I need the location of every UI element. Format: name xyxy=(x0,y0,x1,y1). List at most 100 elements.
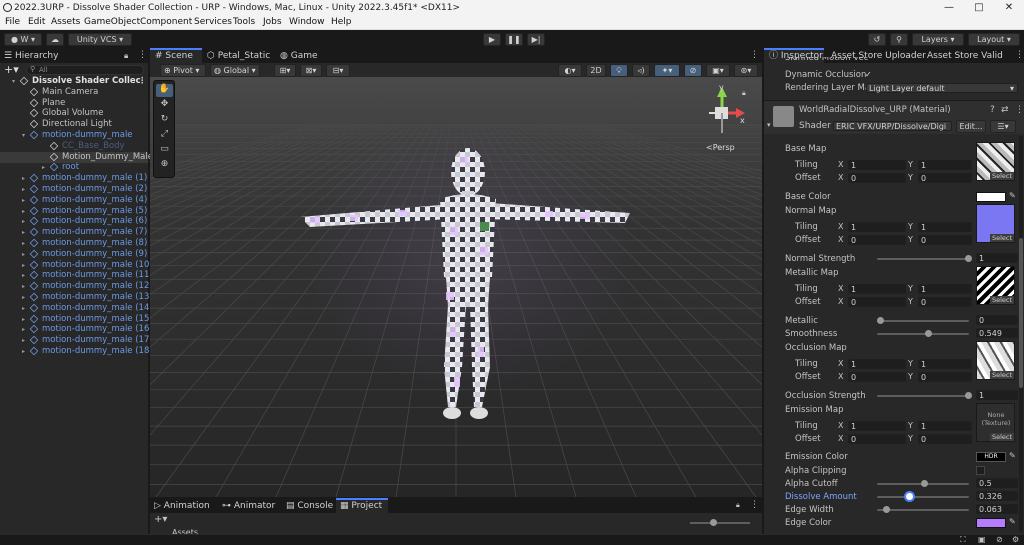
base-map-tiling-y[interactable]: 1 xyxy=(918,160,972,170)
dissolve-amount-slider[interactable] xyxy=(877,493,969,500)
eyedropper-icon[interactable]: ✎ xyxy=(1009,517,1016,526)
emission-map-tiling-x[interactable]: 1 xyxy=(848,421,906,431)
rect-tool-icon[interactable]: ▭ xyxy=(156,144,173,157)
slider-knob[interactable] xyxy=(905,493,913,500)
occlusion-strength-slider[interactable] xyxy=(877,392,972,399)
dissolve-amount-slider-value[interactable]: 0.326 xyxy=(976,491,1018,501)
transform-tool-icon[interactable]: ⊕ xyxy=(156,159,173,172)
tab-project[interactable]: ▦ Project xyxy=(336,498,388,513)
lock-icon[interactable]: 🔒︎ xyxy=(742,89,746,98)
shader-edit-button[interactable]: Edit... xyxy=(956,120,986,133)
hierarchy-item[interactable]: ▸ motion-dummy_male (5) xyxy=(0,206,148,217)
hidden-objects-toggle[interactable]: ⊘ xyxy=(684,64,702,77)
emission-color-swatch[interactable]: HDR xyxy=(976,452,1006,462)
menu-edit[interactable]: Edit xyxy=(28,16,45,29)
metallic-map-tiling-y[interactable]: 1 xyxy=(918,284,972,294)
occlusion-strength-slider-value[interactable]: 1 xyxy=(976,390,1018,400)
cloud-button[interactable]: ☁ xyxy=(46,33,64,46)
menu-assets[interactable]: Assets xyxy=(51,16,80,29)
hierarchy-item[interactable]: ▸ motion-dummy_male (15) xyxy=(0,314,153,325)
persp-label[interactable]: <Persp xyxy=(706,143,735,152)
2d-toggle[interactable]: 2D xyxy=(586,64,606,77)
add-object-button[interactable]: +▾ xyxy=(4,63,19,76)
occlusion-map-tiling-x[interactable]: 1 xyxy=(848,359,906,369)
slider-knob[interactable] xyxy=(921,480,928,487)
gizmos-button[interactable]: ⊛▾ xyxy=(734,64,758,77)
hierarchy-item[interactable]: Directional Light xyxy=(0,119,148,130)
alpha-cutoff-slider-value[interactable]: 0.5 xyxy=(976,478,1018,488)
scene-menu-icon[interactable]: ⋮ xyxy=(138,76,147,87)
scene-viewport[interactable]: ✋ ✥ ↻ ⤢ ▭ ⊕ y x 🔒︎ <Persp xyxy=(150,77,762,497)
foldout-arrow-icon[interactable]: ▸ xyxy=(22,303,25,314)
asset-size-slider[interactable] xyxy=(690,519,750,526)
lock-icon[interactable]: 🔒︎ xyxy=(736,501,740,510)
grid-visibility-button[interactable]: ⊟▾ xyxy=(326,64,350,77)
panel-menu-icon[interactable]: ⋮ xyxy=(750,50,759,60)
tab-petal-static[interactable]: ⬡ Petal_Static xyxy=(207,50,270,63)
base-map-offset-x[interactable]: 0 xyxy=(848,173,906,183)
play-button[interactable]: ▶ xyxy=(483,33,501,46)
menu-window[interactable]: Window xyxy=(289,16,325,29)
menu-file[interactable]: File xyxy=(5,16,20,29)
eyedropper-icon[interactable]: ✎ xyxy=(1009,451,1016,460)
smoothness-slider-value[interactable]: 0.549 xyxy=(976,328,1018,338)
camera-settings-button[interactable]: ▣▾ xyxy=(706,64,730,77)
audio-toggle[interactable]: ◃) xyxy=(632,64,650,77)
hierarchy-item[interactable]: Main Camera xyxy=(0,87,148,98)
panel-menu-icon[interactable]: ⋮ xyxy=(750,500,759,510)
emission-map-tiling-y[interactable]: 1 xyxy=(918,421,972,431)
menu-gameobject[interactable]: GameObject xyxy=(84,16,140,29)
draw-mode-button[interactable]: ◐▾ xyxy=(558,64,582,77)
eyedropper-icon[interactable]: ✎ xyxy=(1009,191,1016,200)
foldout-arrow-icon[interactable]: ▸ xyxy=(22,184,25,195)
menu-jobs[interactable]: Jobs xyxy=(263,16,282,29)
slider-knob[interactable] xyxy=(710,519,717,526)
history-button[interactable]: ↺ xyxy=(868,33,886,46)
hierarchy-item[interactable]: ▸ motion-dummy_male (8) xyxy=(0,238,148,249)
layers-dropdown[interactable]: Layers ▾ xyxy=(912,33,964,46)
hierarchy-item[interactable]: CC_Base_Body xyxy=(0,141,148,152)
snap-increment-button[interactable]: ⊠▾ xyxy=(300,64,322,77)
menu-services[interactable]: Services xyxy=(194,16,232,29)
alpha-cutoff-slider[interactable] xyxy=(877,480,969,487)
menu-help[interactable]: Help xyxy=(331,16,352,29)
hierarchy-item[interactable]: ▸ motion-dummy_male (14) xyxy=(0,303,153,314)
panel-menu-icon[interactable]: ⋮ xyxy=(1015,105,1024,115)
menu-component[interactable]: Component xyxy=(140,16,192,29)
foldout-arrow-icon[interactable]: ▸ xyxy=(22,324,25,335)
slider-knob[interactable] xyxy=(965,255,972,262)
account-dropdown[interactable]: ● W ▾ xyxy=(4,33,42,46)
scale-tool-icon[interactable]: ⤢ xyxy=(156,129,173,142)
pivot-dropdown[interactable]: ⊕ Pivot ▾ xyxy=(160,64,206,77)
hierarchy-item[interactable]: ▸ motion-dummy_male (10) xyxy=(0,260,153,271)
foldout-icon[interactable]: ▾ xyxy=(767,121,771,129)
global-dropdown[interactable]: ◍ Global ▾ xyxy=(210,64,260,77)
foldout-arrow-icon[interactable]: ▾ xyxy=(22,130,25,141)
foldout-arrow-icon[interactable]: ▸ xyxy=(22,346,25,357)
scrollbar-thumb[interactable] xyxy=(1019,238,1023,388)
lighting-toggle[interactable]: 💡︎ xyxy=(610,64,628,77)
foldout-arrow-icon[interactable]: ▸ xyxy=(22,314,25,325)
occlusion-map-tiling-y[interactable]: 1 xyxy=(918,359,972,369)
foldout-arrow-icon[interactable]: ▸ xyxy=(22,260,25,271)
add-asset-button[interactable]: +▾ xyxy=(154,514,167,525)
hierarchy-item[interactable]: ▸ motion-dummy_male (17) xyxy=(0,335,153,346)
tab-game[interactable]: ◍ Game xyxy=(280,50,318,63)
base-map-tiling-x[interactable]: 1 xyxy=(848,160,906,170)
foldout-arrow-icon[interactable]: ▸ xyxy=(22,335,25,346)
hierarchy-item[interactable]: ▸ motion-dummy_male (6) xyxy=(0,216,148,227)
grid-snap-button[interactable]: ⊞▾ xyxy=(274,64,296,77)
tab-console[interactable]: ▤ Console xyxy=(286,500,333,513)
foldout-arrow-icon[interactable]: ▸ xyxy=(22,227,25,238)
tab-scene[interactable]: # Scene xyxy=(150,48,202,63)
search-button[interactable]: ⚲ xyxy=(890,33,908,46)
foldout-arrow-icon[interactable]: ▾ xyxy=(12,76,15,87)
foldout-arrow-icon[interactable]: ▸ xyxy=(22,249,25,260)
hierarchy-item[interactable]: ▸ motion-dummy_male (11) xyxy=(0,270,153,281)
emission-map-offset-x[interactable]: 0 xyxy=(848,434,906,444)
hierarchy-item[interactable]: ▸ motion-dummy_male (4) xyxy=(0,195,148,206)
panel-menu-icon[interactable]: ⋮ xyxy=(138,50,147,60)
metallic-slider-value[interactable]: 0 xyxy=(976,315,1018,325)
occlusion-map-offset-y[interactable]: 0 xyxy=(918,372,972,382)
foldout-arrow-icon[interactable]: ▸ xyxy=(22,270,25,281)
